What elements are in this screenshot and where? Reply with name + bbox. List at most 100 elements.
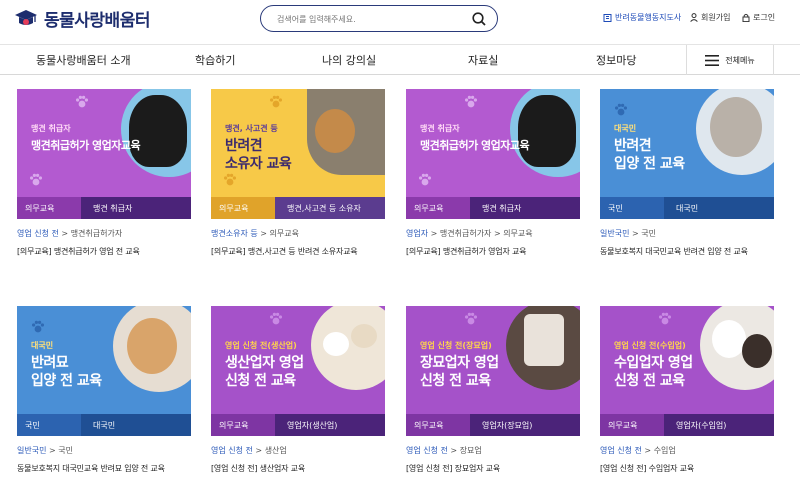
thumb-title: 수입업자 영업 신청 전 교육	[614, 355, 693, 389]
top-header: 동물사랑배움터 반려동물행동지도사 회원가입 로그인	[0, 0, 800, 44]
category-key: 영업 신청 전	[600, 446, 642, 455]
paw-icon	[615, 103, 627, 116]
band-label-left: 의무교육	[406, 414, 470, 436]
nav-item-resources[interactable]: 자료실	[468, 52, 498, 68]
band-label-right: 대국민	[664, 197, 774, 219]
thumb-tag: 영업 신청 전(생산업)	[225, 341, 297, 350]
course-thumbnail[interactable]: 영업 신청 전(생산업) 생산업자 영업 신청 전 교육 의무교육 영업자(생산…	[211, 306, 385, 436]
band-label-right: 영업자(수입업)	[664, 414, 774, 436]
course-thumbnail[interactable]: 맹견 취급자 맹견취급허가 영업자교육 의무교육 맹견 취급자	[406, 89, 580, 219]
band-label-right: 맹견,사고견 등 소유자	[275, 197, 385, 219]
band-label-left: 의무교육	[406, 197, 470, 219]
paw-icon	[32, 320, 44, 333]
signup-label: 회원가입	[701, 13, 731, 22]
all-menu-button[interactable]: 전체메뉴	[686, 45, 774, 75]
course-category: 영업 신청 전 > 수입업	[600, 446, 676, 455]
thumb-band: 의무교육 영업자(생산업)	[211, 414, 385, 436]
hamburger-icon	[705, 54, 720, 66]
paw-icon	[419, 173, 431, 186]
search-icon[interactable]	[471, 11, 487, 27]
course-thumbnail[interactable]: 영업 신청 전(수입업) 수입업자 영업 신청 전 교육 의무교육 영업자(수입…	[600, 306, 774, 436]
course-title[interactable]: [의무교육] 맹견취급허가 영업 전 교육	[17, 246, 140, 257]
thumb-band: 의무교육 맹견 취급자	[406, 197, 580, 219]
thumb-band: 의무교육 맹견,사고견 등 소유자	[211, 197, 385, 219]
course-category: 영업자 > 맹견취급허가자 > 의무교육	[406, 229, 533, 238]
thumb-title: 반려견 소유자 교육	[225, 138, 292, 172]
band-label-left: 의무교육	[17, 197, 81, 219]
building-icon	[603, 14, 612, 22]
course-title[interactable]: 동물보호복지 대국민교육 반려견 입양 전 교육	[600, 246, 748, 257]
graduation-cap-icon	[15, 9, 37, 25]
thumb-band: 의무교육 맹견 취급자	[17, 197, 191, 219]
thumb-title: 장묘업자 영업 신청 전 교육	[420, 355, 499, 389]
thumb-tag: 대국민	[31, 341, 54, 350]
paw-icon	[465, 95, 477, 108]
course-category: 맹견소유자 등 > 의무교육	[211, 229, 299, 238]
band-label-left: 의무교육	[600, 414, 664, 436]
band-label-right: 영업자(장묘업)	[470, 414, 580, 436]
category-key: 영업 신청 전	[406, 446, 448, 455]
nav-item-info[interactable]: 정보마당	[596, 52, 636, 68]
thumb-tag: 맹견, 사고견 등	[225, 124, 278, 133]
category-sub: 국민	[58, 446, 73, 455]
logo-text: 동물사랑배움터	[44, 11, 150, 31]
thumb-title: 맹견취급허가 영업자교육	[420, 139, 530, 152]
category-sub: 맹견취급허가자 > 의무교육	[439, 229, 533, 238]
course-thumbnail[interactable]: 대국민 반려견 입양 전 교육 국민 대국민	[600, 89, 774, 219]
course-category: 영업 신청 전 > 생산업	[211, 446, 287, 455]
band-label-right: 영업자(생산업)	[275, 414, 385, 436]
category-key: 영업 신청 전	[211, 446, 253, 455]
course-thumbnail[interactable]: 대국민 반려묘 입양 전 교육 국민 대국민	[17, 306, 191, 436]
login-label: 로그인	[753, 13, 776, 22]
band-label-right: 맹견 취급자	[470, 197, 580, 219]
band-label-right: 대국민	[81, 414, 191, 436]
thumb-band: 의무교육 영업자(장묘업)	[406, 414, 580, 436]
course-thumbnail[interactable]: 맹견 취급자 맹견취급허가 영업자교육 의무교육 맹견 취급자	[17, 89, 191, 219]
course-title[interactable]: [영업 신청 전] 수입업자 교육	[600, 463, 694, 474]
category-sub: 국민	[641, 229, 656, 238]
category-sub: 의무교육	[269, 229, 299, 238]
category-sub: 장묘업	[459, 446, 482, 455]
course-thumbnail[interactable]: 맹견, 사고견 등 반려견 소유자 교육 의무교육 맹견,사고견 등 소유자	[211, 89, 385, 219]
site-logo[interactable]: 동물사랑배움터	[14, 6, 150, 31]
course-category: 일반국민 > 국민	[17, 446, 73, 455]
band-label-left: 의무교육	[211, 414, 275, 436]
trainer-link[interactable]: 반려동물행동지도사	[603, 12, 681, 23]
band-label-right: 맹견 취급자	[81, 197, 191, 219]
thumb-tag: 영업 신청 전(장묘업)	[420, 341, 492, 350]
lock-icon	[742, 13, 750, 22]
category-sub: 생산업	[264, 446, 287, 455]
category-key: 일반국민	[600, 229, 630, 238]
thumb-band: 의무교육 영업자(수입업)	[600, 414, 774, 436]
thumb-title: 생산업자 영업 신청 전 교육	[225, 355, 304, 389]
paw-icon	[30, 173, 42, 186]
band-label-left: 국민	[600, 197, 664, 219]
course-title[interactable]: [의무교육] 맹견,사고견 등 반려견 소유자교육	[211, 246, 358, 257]
paw-icon	[659, 312, 671, 325]
thumb-title: 반려견 입양 전 교육	[614, 138, 685, 172]
thumb-band: 국민 대국민	[600, 197, 774, 219]
main-nav: 동물사랑배움터 소개 학습하기 나의 강의실 자료실 정보마당 전체메뉴	[0, 44, 800, 75]
course-title[interactable]: [의무교육] 맹견취급허가 영업자 교육	[406, 246, 526, 257]
thumb-tag: 맹견 취급자	[31, 124, 71, 133]
login-link[interactable]: 로그인	[742, 12, 775, 23]
paw-icon	[270, 95, 282, 108]
thumb-tag: 영업 신청 전(수입업)	[614, 341, 686, 350]
nav-item-learning[interactable]: 학습하기	[195, 52, 235, 68]
trainer-link-label: 반려동물행동지도사	[615, 13, 682, 22]
course-title[interactable]: [영업 신청 전] 생산업자 교육	[211, 463, 305, 474]
nav-item-about[interactable]: 동물사랑배움터 소개	[36, 52, 131, 68]
paw-icon	[76, 95, 88, 108]
course-thumbnail[interactable]: 영업 신청 전(장묘업) 장묘업자 영업 신청 전 교육 의무교육 영업자(장묘…	[406, 306, 580, 436]
nav-item-my-classroom[interactable]: 나의 강의실	[322, 52, 376, 68]
thumb-band: 국민 대국민	[17, 414, 191, 436]
signup-link[interactable]: 회원가입	[690, 12, 730, 23]
course-title[interactable]: 동물보호복지 대국민교육 반려묘 입양 전 교육	[17, 463, 165, 474]
paw-icon	[270, 312, 282, 325]
band-label-left: 국민	[17, 414, 81, 436]
search-input[interactable]	[277, 12, 467, 26]
search-box	[260, 5, 498, 32]
band-label-left: 의무교육	[211, 197, 275, 219]
thumb-title: 반려묘 입양 전 교육	[31, 355, 102, 389]
course-title[interactable]: [영업 신청 전] 장묘업자 교육	[406, 463, 500, 474]
